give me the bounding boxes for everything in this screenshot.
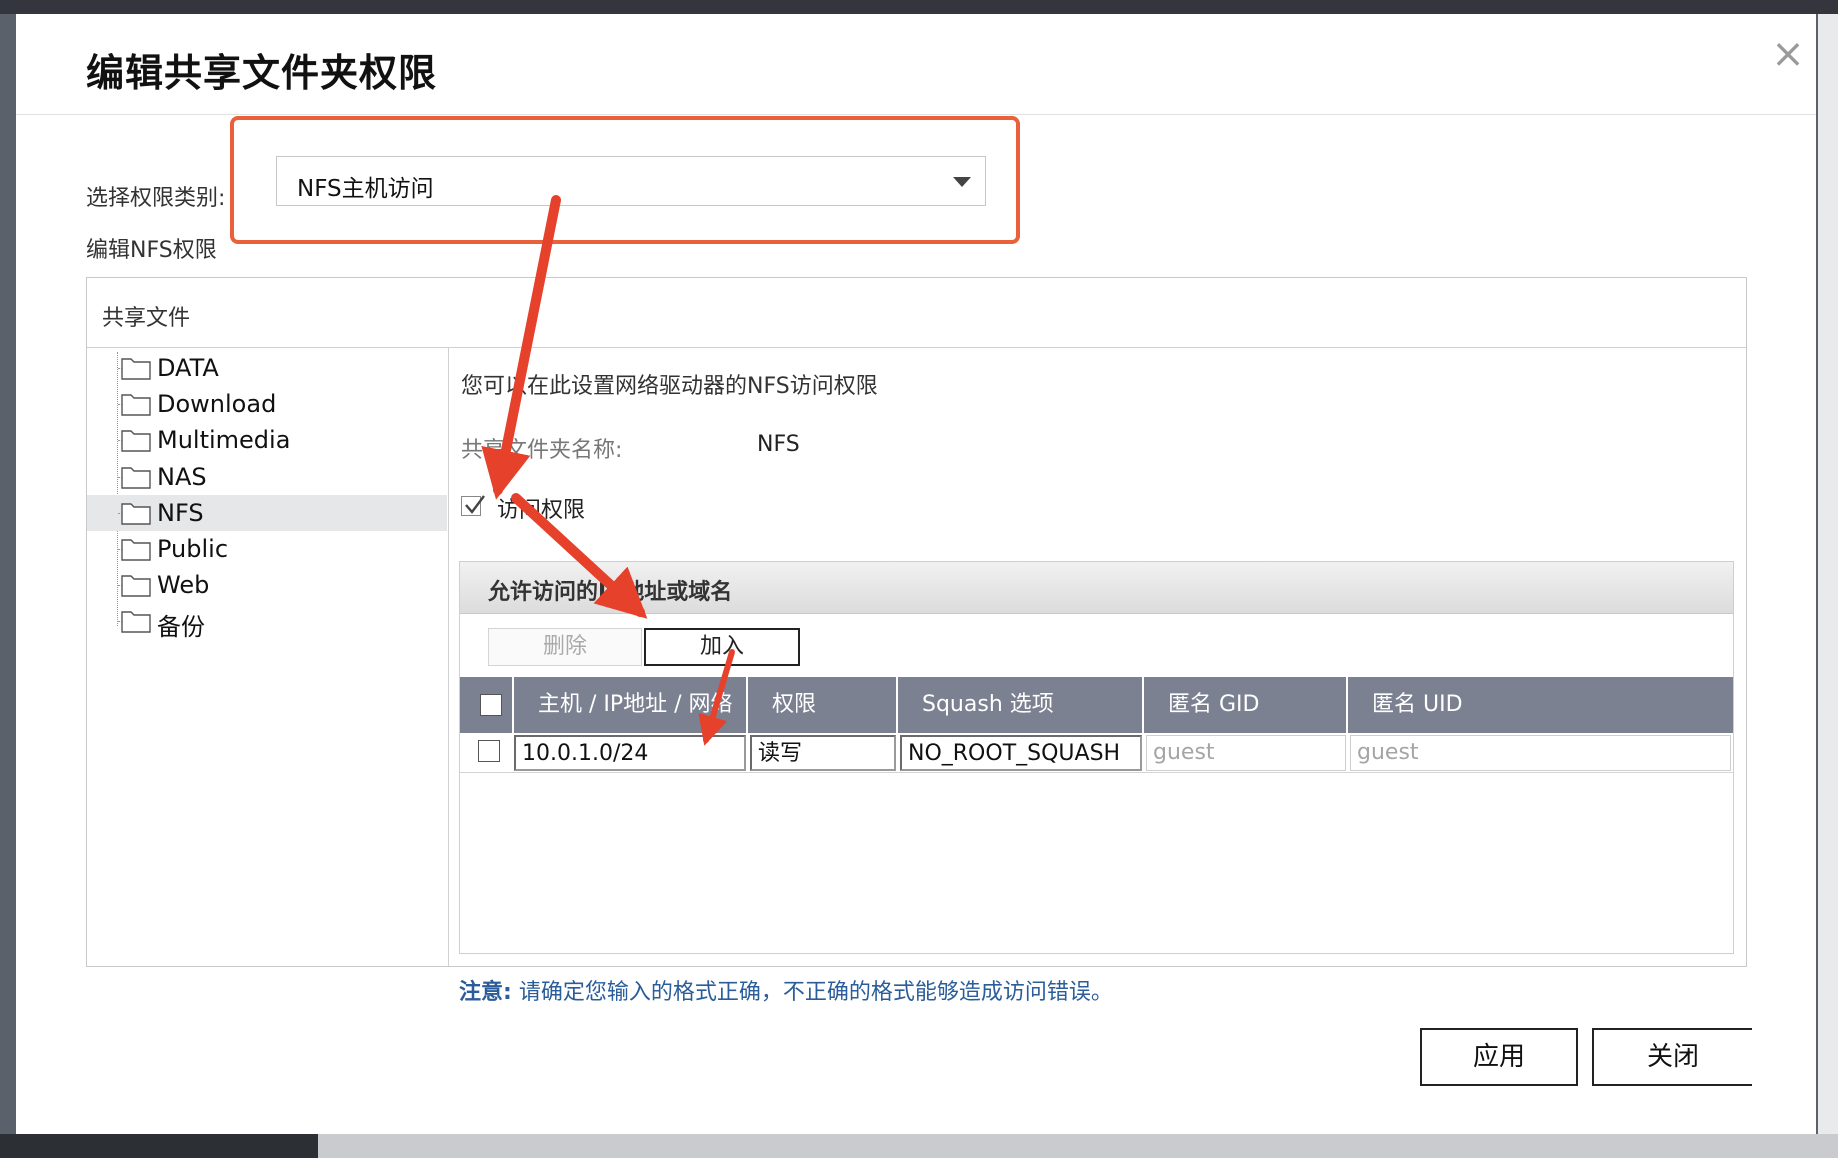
anon-uid-input[interactable]: guest bbox=[1350, 735, 1731, 771]
anon-gid-input[interactable]: guest bbox=[1146, 735, 1346, 771]
title-divider bbox=[16, 114, 1816, 115]
nfs-settings-area: 您可以在此设置网络驱动器的NFS访问权限 共享文件夹名称: NFS 访问权限 允… bbox=[449, 348, 1746, 1005]
format-note: 注意: 请确定您输入的格式正确，不正确的格式能够造成访问错误。 bbox=[459, 974, 1113, 1006]
column-permission[interactable]: 权限 bbox=[748, 677, 898, 733]
nfs-description: 您可以在此设置网络驱动器的NFS访问权限 bbox=[461, 374, 878, 399]
folder-name: 备份 bbox=[157, 613, 205, 642]
panel-header-label: 共享文件 bbox=[102, 306, 191, 331]
apply-button[interactable]: 应用 bbox=[1420, 1028, 1578, 1086]
folder-icon bbox=[121, 537, 151, 561]
background-right bbox=[1818, 14, 1838, 1158]
dialog-title: 编辑共享文件夹权限 bbox=[86, 51, 438, 95]
share-name-label: 共享文件夹名称: bbox=[461, 438, 623, 463]
edit-nfs-label: 编辑NFS权限 bbox=[86, 238, 217, 263]
allowed-hosts-panel: 允许访问的IP地址或域名 删除 加入 主机 / IP地址 / 网络 权限 Squ… bbox=[459, 561, 1734, 954]
folder-tree: DATA Download Multimedia NAS NFS Public Web 备份 bbox=[87, 348, 449, 966]
folder-item[interactable]: Public bbox=[87, 531, 447, 567]
folder-item[interactable]: Download bbox=[87, 386, 447, 422]
column-squash[interactable]: Squash 选项 bbox=[898, 677, 1144, 733]
folder-icon bbox=[121, 356, 151, 380]
share-name-value: NFS bbox=[757, 432, 800, 457]
host-input[interactable]: 10.0.1.0/24 bbox=[514, 735, 746, 771]
folder-item[interactable]: NFS bbox=[87, 494, 447, 531]
add-button[interactable]: 加入 bbox=[644, 628, 800, 666]
folder-icon bbox=[121, 465, 151, 489]
hosts-table-header: 主机 / IP地址 / 网络 权限 Squash 选项 匿名 GID 匿名 UI… bbox=[460, 677, 1733, 733]
row-checkbox[interactable] bbox=[478, 740, 500, 762]
folder-icon bbox=[121, 609, 151, 634]
folder-name: Web bbox=[157, 571, 210, 600]
select-all-checkbox[interactable] bbox=[480, 694, 502, 716]
note-prefix: 注意: bbox=[459, 980, 512, 1005]
folder-name: Public bbox=[157, 535, 229, 563]
checkmark-icon bbox=[465, 495, 485, 514]
note-text: 请确定您输入的格式正确，不正确的格式能够造成访问错误。 bbox=[518, 980, 1113, 1005]
table-row: 10.0.1.0/24 读写 NO_ROOT_SQUASH guest gues… bbox=[460, 733, 1733, 773]
permission-select[interactable]: 读写 bbox=[750, 735, 896, 771]
folder-item[interactable]: DATA bbox=[87, 350, 447, 386]
folder-name: DATA bbox=[157, 354, 219, 382]
folder-name: Multimedia bbox=[157, 426, 291, 455]
folder-item[interactable]: NAS bbox=[87, 459, 447, 495]
permission-category-label: 选择权限类别: bbox=[86, 186, 226, 211]
background-left bbox=[0, 14, 16, 1158]
close-icon[interactable]: × bbox=[1768, 34, 1808, 74]
folder-icon bbox=[121, 428, 151, 453]
folder-name: NFS bbox=[157, 498, 204, 527]
header-select-all-cell bbox=[460, 677, 514, 733]
access-permission-label: 访问权限 bbox=[497, 498, 586, 523]
folder-item[interactable]: Multimedia bbox=[87, 422, 447, 458]
column-anon-uid[interactable]: 匿名 UID bbox=[1348, 677, 1733, 733]
folder-name: Download bbox=[157, 390, 277, 419]
folder-icon bbox=[121, 392, 151, 416]
folder-name: NAS bbox=[157, 462, 207, 491]
allowed-hosts-header: 允许访问的IP地址或域名 bbox=[460, 562, 1733, 614]
folder-item[interactable]: 备份 bbox=[87, 603, 447, 642]
column-host[interactable]: 主机 / IP地址 / 网络 bbox=[514, 677, 748, 733]
annotation-highlight-box bbox=[230, 116, 1020, 244]
edit-share-permission-dialog: 编辑共享文件夹权限 × 选择权限类别: NFS主机访问 编辑NFS权限 共享文件… bbox=[16, 14, 1816, 1134]
allowed-hosts-title: 允许访问的IP地址或域名 bbox=[488, 580, 733, 605]
access-permission-checkbox[interactable] bbox=[461, 495, 485, 516]
background-bottom-dark bbox=[0, 1134, 318, 1158]
folder-icon bbox=[121, 501, 151, 525]
panel-header: 共享文件 bbox=[87, 278, 1746, 348]
delete-button[interactable]: 删除 bbox=[488, 628, 642, 666]
squash-select[interactable]: NO_ROOT_SQUASH bbox=[900, 735, 1142, 771]
folder-item[interactable]: Web bbox=[87, 567, 447, 603]
permission-panel: 共享文件 DATA Download Multimedia NAS NFS Public W… bbox=[86, 277, 1747, 1005]
background-title-bar bbox=[0, 0, 1838, 14]
column-anon-gid[interactable]: 匿名 GID bbox=[1144, 677, 1348, 733]
close-button[interactable]: 关闭 bbox=[1592, 1028, 1752, 1086]
folder-icon bbox=[121, 573, 151, 597]
